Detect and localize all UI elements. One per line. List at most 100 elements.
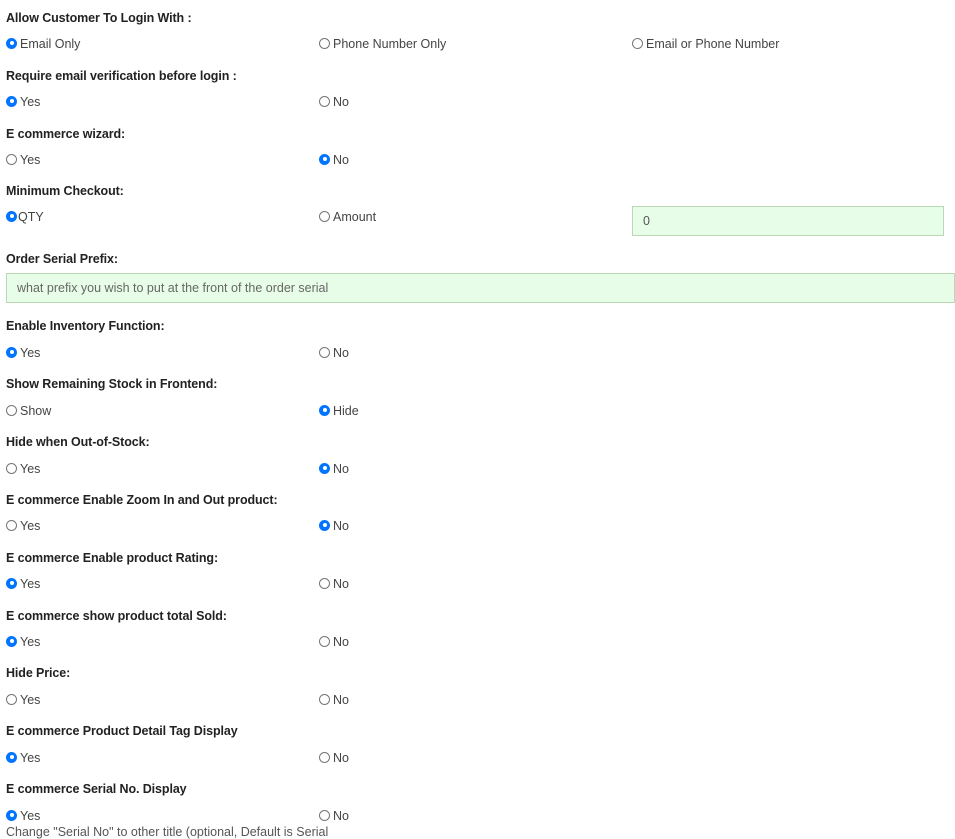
login-email-only-label: Email Only [20, 37, 81, 51]
tag-display-no-radio[interactable] [319, 751, 330, 763]
inventory-yes-radio[interactable] [6, 346, 17, 358]
zoom-no-option[interactable]: No [319, 518, 349, 533]
order-serial-prefix-input[interactable]: what prefix you wish to put at the front… [6, 273, 955, 303]
total-sold-section: E commerce show product total Sold: Yes … [6, 609, 955, 649]
login-with-section: Allow Customer To Login With : Email Onl… [6, 11, 955, 51]
serial-display-no-option[interactable]: No [319, 808, 349, 823]
email-verification-yes-option[interactable]: Yes [6, 94, 41, 109]
email-verification-yes-label: Yes [20, 95, 41, 109]
tag-display-no-option[interactable]: No [319, 750, 349, 765]
zoom-no-radio[interactable] [319, 519, 330, 531]
hide-price-heading: Hide Price: [6, 666, 71, 680]
login-email-only-radio[interactable] [6, 37, 17, 49]
zoom-section: E commerce Enable Zoom In and Out produc… [6, 493, 955, 533]
hide-price-yes-radio[interactable] [6, 693, 17, 705]
inventory-no-radio[interactable] [319, 346, 330, 358]
serial-display-note: Change "Serial No" to other title (optio… [6, 825, 329, 839]
wizard-no-option[interactable]: No [319, 152, 349, 167]
minimum-checkout-amount-option[interactable]: Amount [319, 209, 377, 224]
rating-section: E commerce Enable product Rating: Yes No [6, 551, 955, 591]
order-serial-prefix-heading: Order Serial Prefix: [6, 252, 118, 266]
rating-yes-option[interactable]: Yes [6, 576, 41, 591]
rating-no-option[interactable]: No [319, 576, 349, 591]
hide-out-of-stock-section: Hide when Out-of-Stock: Yes No [6, 435, 955, 476]
tag-display-yes-option[interactable]: Yes [6, 750, 41, 765]
serial-display-heading: E commerce Serial No. Display [6, 782, 187, 796]
order-serial-prefix-placeholder: what prefix you wish to put at the front… [17, 281, 329, 295]
inventory-yes-option[interactable]: Yes [6, 345, 40, 360]
minimum-checkout-heading: Minimum Checkout: [6, 184, 124, 198]
hide-price-no-radio[interactable] [319, 693, 330, 705]
wizard-section: E commerce wizard: Yes No [6, 127, 955, 167]
wizard-no-radio[interactable] [319, 153, 330, 165]
minimum-checkout-qty-radio[interactable] [6, 210, 17, 222]
tag-display-yes-label: Yes [20, 751, 41, 765]
tag-display-heading: E commerce Product Detail Tag Display [6, 724, 238, 738]
hide-out-of-stock-yes-option[interactable]: Yes [6, 461, 41, 476]
wizard-yes-option[interactable]: Yes [6, 152, 40, 167]
wizard-yes-radio[interactable] [6, 153, 17, 165]
remaining-stock-show-radio[interactable] [6, 404, 17, 416]
total-sold-no-label: No [333, 635, 349, 649]
serial-display-yes-radio[interactable] [6, 809, 17, 821]
hide-price-yes-option[interactable]: Yes [6, 692, 41, 707]
minimum-checkout-amount-label: Amount [333, 210, 377, 224]
inventory-section: Enable Inventory Function: Yes No [6, 319, 955, 360]
minimum-checkout-input[interactable]: 0 [632, 206, 944, 236]
inventory-heading: Enable Inventory Function: [6, 319, 165, 333]
hide-out-of-stock-no-radio[interactable] [319, 462, 330, 474]
minimum-checkout-value: 0 [643, 214, 650, 228]
zoom-yes-label: Yes [20, 519, 41, 533]
rating-yes-radio[interactable] [6, 577, 17, 589]
remaining-stock-show-option[interactable]: Show [6, 403, 52, 418]
hide-price-section: Hide Price: Yes No [6, 666, 955, 707]
login-email-only-option[interactable]: Email Only [6, 36, 81, 51]
minimum-checkout-section: Minimum Checkout: QTY Amount 0 [6, 184, 955, 239]
hide-out-of-stock-no-option[interactable]: No [319, 461, 349, 476]
rating-yes-label: Yes [20, 577, 41, 591]
total-sold-heading: E commerce show product total Sold: [6, 609, 227, 623]
wizard-no-label: No [333, 153, 349, 167]
zoom-heading: E commerce Enable Zoom In and Out produc… [6, 493, 278, 507]
login-phone-only-radio[interactable] [319, 37, 330, 49]
remaining-stock-hide-option[interactable]: Hide [319, 403, 359, 418]
total-sold-no-radio[interactable] [319, 635, 330, 647]
remaining-stock-hide-radio[interactable] [319, 404, 330, 416]
hide-out-of-stock-yes-label: Yes [20, 462, 41, 476]
serial-display-no-radio[interactable] [319, 809, 330, 821]
remaining-stock-show-label: Show [20, 404, 52, 418]
rating-no-radio[interactable] [319, 577, 330, 589]
email-verification-yes-radio[interactable] [6, 95, 17, 107]
total-sold-yes-radio[interactable] [6, 635, 17, 647]
rating-no-label: No [333, 577, 349, 591]
hide-price-no-option[interactable]: No [319, 692, 349, 707]
rating-heading: E commerce Enable product Rating: [6, 551, 219, 565]
login-phone-only-option[interactable]: Phone Number Only [319, 36, 446, 51]
email-verification-no-option[interactable]: No [319, 94, 349, 109]
inventory-no-label: No [333, 346, 349, 360]
total-sold-yes-label: Yes [20, 635, 41, 649]
login-with-heading: Allow Customer To Login With : [6, 11, 192, 25]
tag-display-yes-radio[interactable] [6, 751, 17, 763]
hide-price-no-label: No [333, 693, 349, 707]
hide-out-of-stock-heading: Hide when Out-of-Stock: [6, 435, 150, 449]
login-email-or-phone-radio[interactable] [632, 37, 643, 49]
hide-out-of-stock-no-label: No [333, 462, 349, 476]
minimum-checkout-amount-radio[interactable] [319, 210, 330, 222]
email-verification-no-label: No [333, 95, 349, 109]
email-verification-no-radio[interactable] [319, 95, 330, 107]
serial-display-no-label: No [333, 809, 349, 823]
login-email-or-phone-option[interactable]: Email or Phone Number [632, 36, 779, 51]
serial-display-yes-label: Yes [20, 809, 41, 823]
hide-out-of-stock-yes-radio[interactable] [6, 462, 17, 474]
inventory-no-option[interactable]: No [319, 345, 349, 360]
zoom-yes-option[interactable]: Yes [6, 518, 41, 533]
wizard-heading: E commerce wizard: [6, 127, 126, 141]
serial-display-yes-option[interactable]: Yes [6, 808, 41, 823]
total-sold-no-option[interactable]: No [319, 634, 349, 649]
zoom-yes-radio[interactable] [6, 519, 17, 531]
tag-display-no-label: No [333, 751, 349, 765]
minimum-checkout-qty-option[interactable]: QTY [6, 209, 44, 224]
total-sold-yes-option[interactable]: Yes [6, 634, 41, 649]
hide-price-yes-label: Yes [20, 693, 41, 707]
